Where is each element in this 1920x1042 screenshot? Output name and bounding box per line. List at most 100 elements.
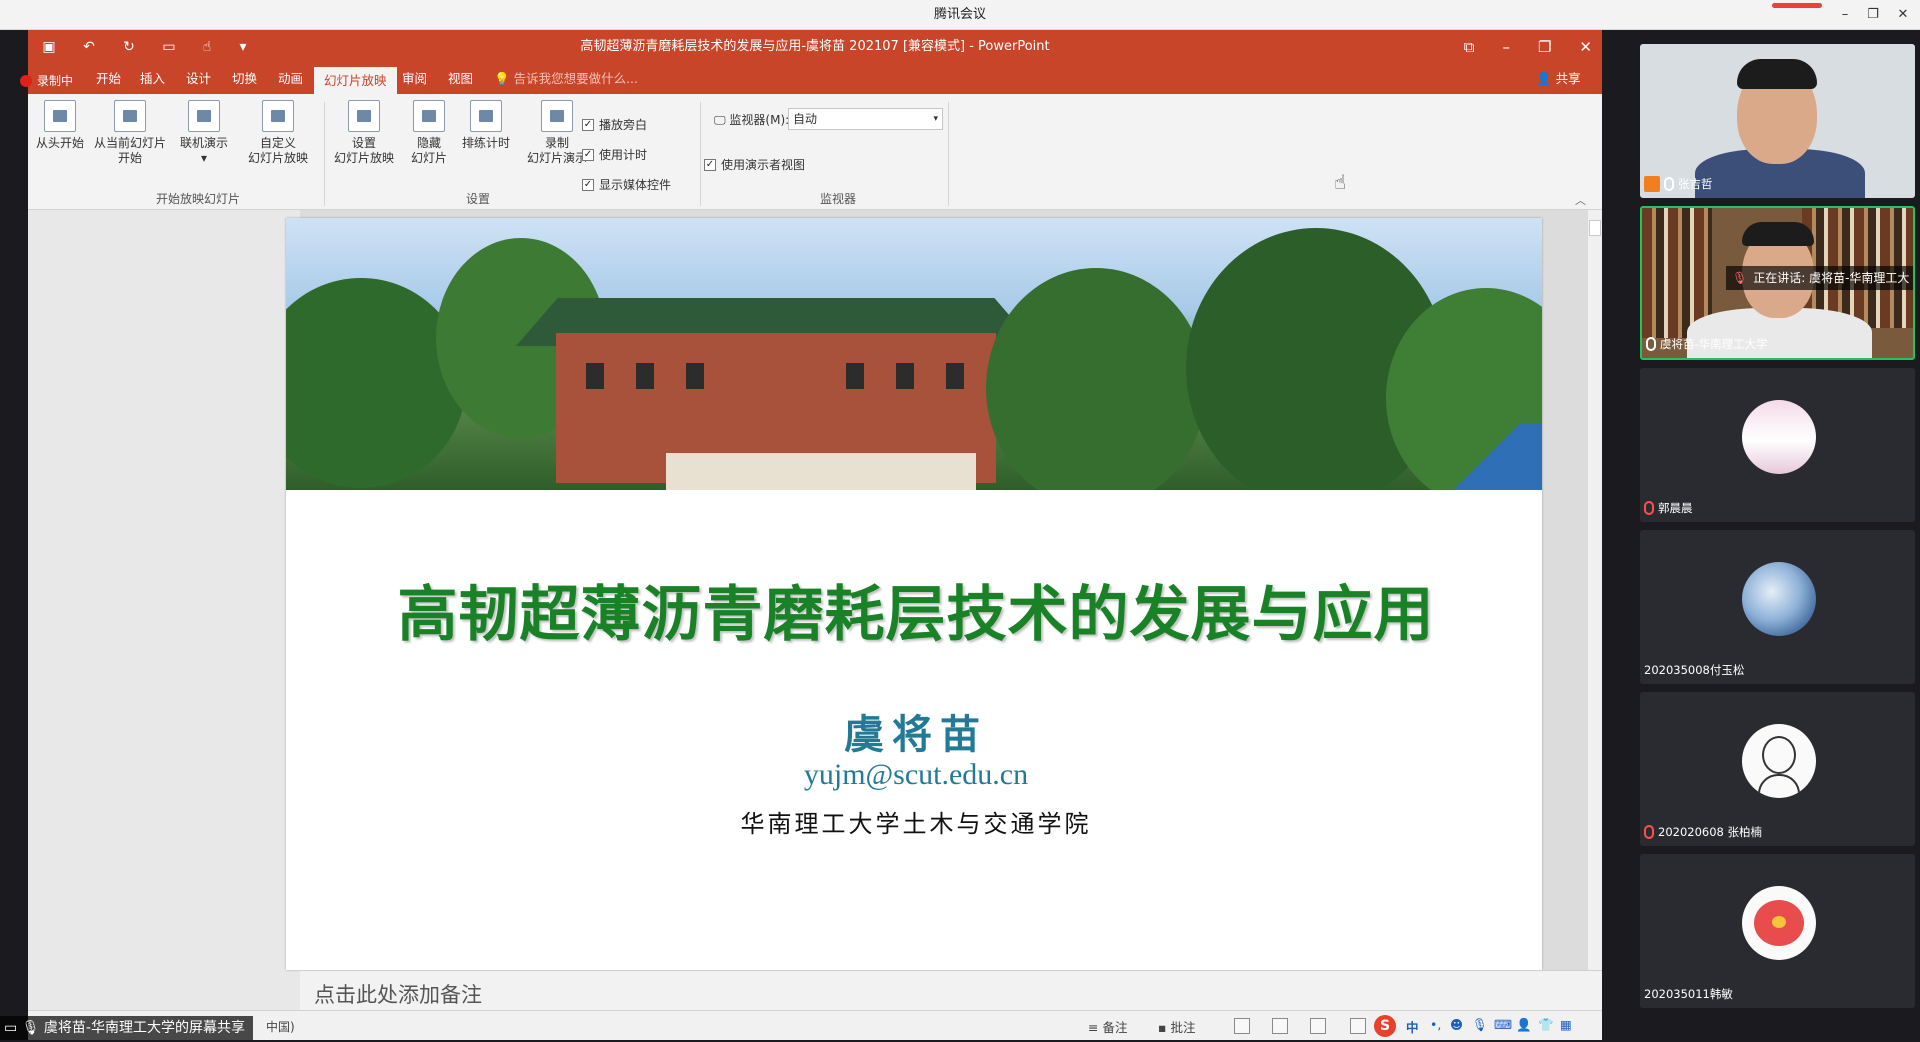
present-icon[interactable]: ▭ [158,37,180,57]
redo-icon[interactable]: ↻ [118,37,140,57]
hand-cursor-icon: ☝ [1334,170,1347,194]
checkbox-presenter-view[interactable]: ✓ 使用演示者视图 [704,156,805,173]
meeting-status-indicator[interactable] [1772,3,1822,8]
tab-animations[interactable]: 动画 [268,64,313,94]
undo-icon[interactable]: ↶ [78,37,100,57]
host-icon [1644,176,1660,192]
ppt-window-title: 高韧超薄沥青磨耗层技术的发展与应用-虞将苗 202107 [兼容模式] - Po… [580,39,1050,54]
participant-tile[interactable]: 张吉哲 [1640,44,1915,198]
checkbox-icon: ✓ [704,158,716,171]
checkbox-use-timings[interactable]: ✓ 使用计时 [582,146,647,163]
keyboard-icon[interactable]: ⌨ [1494,1017,1512,1032]
ribbon-display-icon[interactable]: ⧉ [1464,30,1475,64]
slide-email: yujm@scut.edu.cn [803,758,1029,791]
monitor-dropdown[interactable]: 自动 ▾ [788,108,943,130]
reading-view-icon[interactable] [1310,1018,1326,1034]
mic-off-icon [1644,825,1654,839]
notes-icon: ≡ [1088,1020,1099,1035]
rehearse-timings-button[interactable]: 排练计时 [458,100,514,151]
tab-view[interactable]: 视图 [438,64,483,94]
ppt-minimize-icon[interactable]: – [1502,30,1510,64]
participant-tile[interactable]: 🎙 正在讲话: 虞将苗-华南理工大 虞将苗-华南理工大学 [1640,206,1915,360]
ppt-close-icon[interactable]: ✕ [1579,30,1592,64]
hide-slide-icon [413,100,445,132]
emoji-icon[interactable]: ☻ [1450,1017,1463,1032]
voice-input-icon[interactable]: 🎙 [1472,1017,1488,1033]
screen-share-label: ▭ 🎙 虞将苗-华南理工大学的屏幕共享 [0,1016,253,1040]
setup-slideshow-button[interactable]: 设置 幻灯片放映 [328,100,400,166]
notes-button[interactable]: ≡ 备注 [1088,1017,1127,1036]
participant-name-bar: 张吉哲 [1644,176,1713,192]
monitor-share-icon: ▭ [4,1020,18,1036]
restore-icon[interactable]: ❐ [1862,5,1884,25]
comments-button[interactable]: ▪ 批注 [1158,1017,1195,1036]
from-beginning-button[interactable]: 从头开始 [36,100,84,151]
ime-chinese-toggle[interactable]: 中 [1406,1017,1419,1036]
slide-sorter-icon[interactable] [1272,1018,1288,1034]
online-present-button[interactable]: 联机演示 ▾ [174,100,234,166]
cartoon-body-shape [1758,774,1800,798]
custom-slideshow-icon [262,100,294,132]
meeting-title: 腾讯会议 [933,7,986,22]
window-shape [586,363,604,389]
scroll-thumb[interactable] [1589,220,1601,236]
blue-swoosh-decoration [1426,423,1542,490]
customize-toolbar-icon[interactable]: ▾ [232,37,254,57]
toolbox-icon[interactable]: ▦ [1560,1017,1572,1032]
monitor-label-text: 监视器(M): [729,113,790,127]
monitor-icon: 🖵 [714,113,726,127]
play-current-icon [114,100,146,132]
close-icon[interactable]: ✕ [1892,5,1914,25]
stone-steps-shape [666,453,976,490]
checkbox-media-controls[interactable]: ✓ 显示媒体控件 [582,176,671,193]
speaking-label: 正在讲话: 虞将苗-华南理工大 [1753,271,1910,285]
participant-tile[interactable]: 202020608 张柏楠 [1640,692,1915,846]
language-status[interactable]: 中国) [266,1018,295,1035]
slideshow-view-icon[interactable] [1350,1018,1366,1034]
tab-review[interactable]: 审阅 [392,64,437,94]
ppt-restore-icon[interactable]: ❐ [1538,30,1551,64]
normal-view-icon[interactable] [1234,1018,1250,1034]
screen: 腾讯会议 – ❐ ✕ ▣ ↶ ↻ ▭ ☝ ▾ 高韧超薄沥青磨耗层技术的发展与应用… [0,0,1920,1042]
tab-slide-show[interactable]: 幻灯片放映 [314,67,397,94]
minimize-icon[interactable]: – [1834,5,1856,25]
tell-me-box[interactable]: 💡 告诉我您想要做什么... [484,64,648,94]
save-icon[interactable]: ▣ [38,37,60,57]
collapse-ribbon-icon[interactable]: ︿ [1575,192,1586,208]
touch-mode-icon[interactable]: ☝ [196,37,218,57]
hide-slide-button[interactable]: 隐藏 幻灯片 [404,100,454,166]
from-current-label-1: 从当前幻灯片 [93,136,166,150]
skin-icon[interactable]: 👕 [1538,1017,1554,1033]
notes-pane[interactable]: 点击此处添加备注 [300,970,1602,1010]
mic-on-icon [1664,177,1674,191]
mic-icon: 🎙 [21,1020,40,1036]
user-center-icon[interactable]: 👤 [1516,1017,1532,1033]
play-slideshow-icon [44,100,76,132]
participant-tile[interactable]: 郭晨晨 [1640,368,1915,522]
sogou-ime-icon[interactable]: S [1374,1015,1396,1037]
ppt-title-bar: ▣ ↶ ↻ ▭ ☝ ▾ 高韧超薄沥青磨耗层技术的发展与应用-虞将苗 202107… [28,30,1602,64]
slide-canvas[interactable]: 高韧超薄沥青磨耗层技术的发展与应用 虞将苗 yujm@scut.edu.cn 华… [286,218,1542,970]
vertical-scrollbar[interactable] [1588,210,1602,970]
hair-shape [1737,59,1817,89]
ribbon-slide-show: 从头开始 从当前幻灯片 开始 联机演示 ▾ 自定义 幻灯片放映 开始放映幻灯片 [28,94,1602,210]
tab-insert[interactable]: 插入 [130,64,175,94]
participant-name-bar: 郭晨晨 [1644,500,1693,516]
tell-me-text: 告诉我您想要做什么... [513,71,638,86]
from-current-button[interactable]: 从当前幻灯片 开始 [88,100,172,166]
tab-design[interactable]: 设计 [176,64,221,94]
punctuation-icon[interactable]: •, [1430,1017,1441,1032]
speaking-indicator: 🎙 正在讲话: 虞将苗-华南理工大 [1726,266,1913,290]
custom-slideshow-button[interactable]: 自定义 幻灯片放映 [236,100,320,166]
participant-name-bar: 202020608 张柏楠 [1644,824,1762,840]
checkbox-icon: ✓ [582,148,594,161]
tab-transitions[interactable]: 切换 [222,64,267,94]
participant-name: 202035011韩敏 [1644,987,1733,1001]
tab-home[interactable]: 开始 [86,64,131,94]
checkbox-play-narration[interactable]: ✓ 播放旁白 [582,116,647,133]
participant-tile[interactable]: 202035008付玉松 [1640,530,1915,684]
share-button[interactable]: 👤 共享 [1526,64,1591,94]
participant-tile[interactable]: 202035011韩敏 [1640,854,1915,1008]
slide-thumbnail-pane[interactable] [28,210,300,1010]
rehearse-label: 排练计时 [461,136,510,150]
